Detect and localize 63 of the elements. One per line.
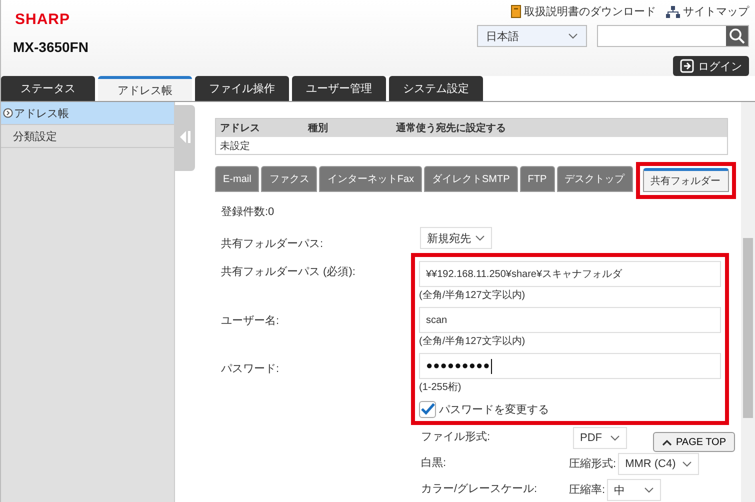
type-tab[interactable]: E-mail — [215, 166, 260, 192]
count-text: 登録件数:0 — [221, 205, 276, 219]
field-label: 圧縮率: — [569, 482, 606, 496]
field-hint: (全角/半角127文字以内) — [419, 288, 526, 303]
table-cell: 未設定 — [220, 140, 250, 152]
change-password-checkbox[interactable]: パスワードを変更する — [419, 399, 721, 419]
input-field[interactable]: scan — [419, 307, 721, 333]
page-top-button[interactable]: PAGE TOP — [652, 432, 735, 452]
table-header: 通常使う宛先に設定する — [392, 118, 728, 137]
format-select[interactable]: PDF — [573, 427, 627, 449]
chevron-icon — [610, 435, 620, 441]
up-caret-icon — [662, 438, 672, 446]
main-tab[interactable]: ユーザー管理 — [292, 76, 386, 101]
field-label: ユーザー名: — [220, 314, 280, 328]
table-header: 種別 — [304, 118, 392, 137]
header-link[interactable]: サイトマップ — [666, 4, 749, 19]
book-icon — [511, 5, 521, 18]
login-button[interactable]: ログイン — [673, 56, 749, 76]
sitemap-icon — [666, 6, 680, 18]
main-tab[interactable]: アドレス帳 — [98, 76, 192, 101]
chevron-icon — [644, 487, 654, 493]
table-header: アドレス — [216, 118, 304, 137]
field-label: 共有フォルダーパス (必須): — [220, 264, 356, 279]
field-label: 白黒: — [421, 456, 448, 470]
field-label: ファイル形式: — [421, 430, 492, 444]
header-link[interactable]: 取扱説明書のダウンロード — [511, 4, 656, 19]
type-tab[interactable]: ファクス — [261, 166, 318, 192]
field-label: カラー/グレースケール: — [421, 482, 538, 496]
field-label: パスワード: — [220, 362, 280, 376]
search-icon[interactable] — [729, 28, 745, 44]
input-field[interactable]: ¥¥192.168.11.250¥share¥スキャナフォルダ — [419, 261, 721, 287]
language-select[interactable]: 日本語 — [477, 25, 587, 47]
main-tab[interactable]: ステータス — [1, 76, 95, 101]
format-select[interactable]: MMR (C4) — [618, 453, 699, 475]
checkmark-icon — [420, 403, 434, 415]
type-tab[interactable]: ダイレクトSMTP — [424, 166, 518, 192]
collapse-icon — [179, 130, 191, 144]
field-label: 圧縮形式: — [569, 456, 616, 470]
main-tab[interactable]: ファイル操作 — [195, 76, 289, 101]
field-hint: (1-255桁) — [419, 380, 462, 395]
type-tab[interactable]: FTP — [520, 166, 555, 192]
collapse-handle[interactable] — [175, 105, 195, 171]
scrollbar[interactable] — [741, 102, 755, 502]
sidebar-item[interactable]: アドレス帳 — [1, 102, 174, 125]
login-icon — [680, 59, 694, 73]
text-cursor — [491, 358, 492, 374]
type-tab[interactable]: デスクトップ — [556, 166, 633, 192]
field-label: 共有フォルダーパス: — [220, 237, 324, 251]
format-select[interactable]: 中 — [607, 479, 662, 501]
main-tab[interactable]: システム設定 — [389, 76, 483, 101]
chevron-icon — [568, 33, 578, 39]
sidebar-item[interactable]: 分類設定 — [1, 125, 174, 148]
chevron-icon — [682, 461, 692, 467]
destination-select[interactable]: 新規宛先 — [420, 227, 492, 249]
chevron-icon — [475, 235, 485, 241]
model-name: MX-3650FN — [13, 39, 88, 55]
type-tab[interactable]: インターネットFax — [319, 166, 422, 192]
chevron-circle-icon — [3, 108, 13, 118]
search-field[interactable] — [597, 25, 749, 47]
brand-logo: SHARP — [15, 11, 72, 28]
field-hint: (全角/半角127文字以内) — [419, 334, 526, 349]
password-field[interactable]: ●●●●●●●●● — [419, 353, 721, 379]
type-tab[interactable]: 共有フォルダー — [642, 168, 729, 192]
